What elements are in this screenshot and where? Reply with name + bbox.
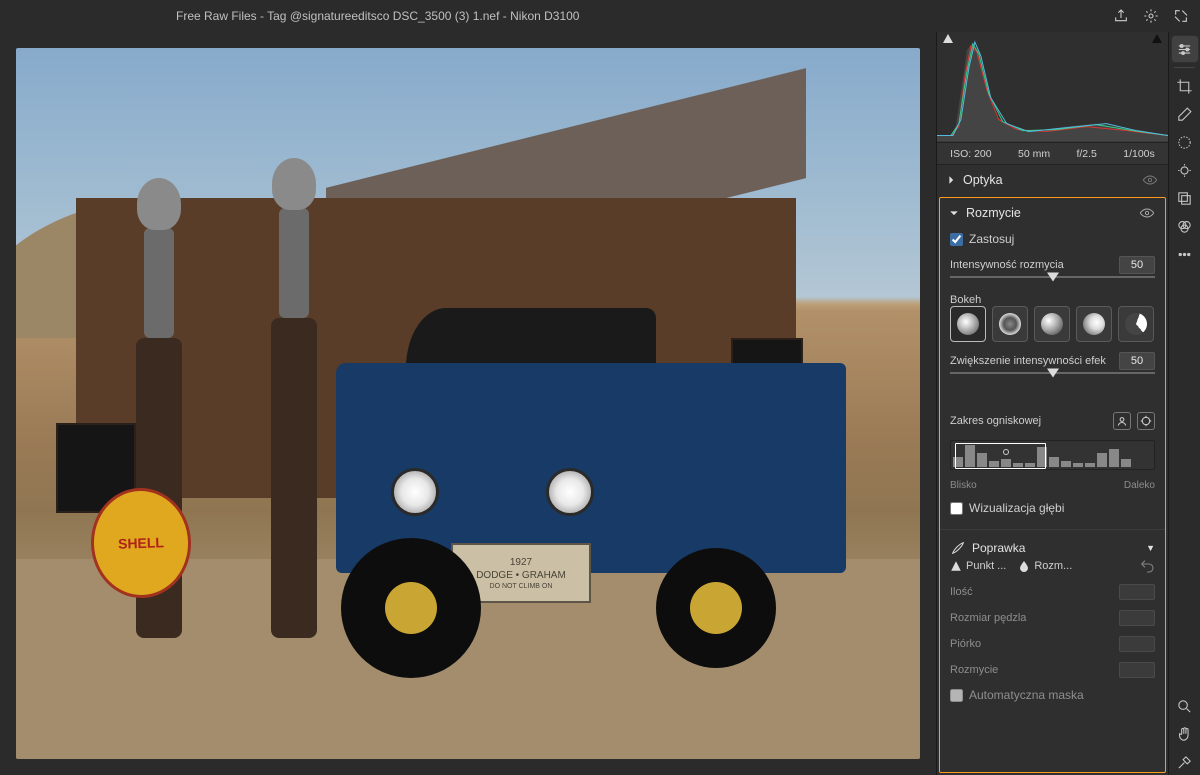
amount-row: Ilość <box>950 584 1155 600</box>
redeye-tool-icon[interactable] <box>1172 157 1198 183</box>
marquee-tool-icon[interactable] <box>1172 129 1198 155</box>
tool-strip <box>1168 32 1200 775</box>
gear-icon[interactable] <box>1140 5 1162 27</box>
blur-row: Rozmycie <box>950 662 1155 678</box>
bokeh-label: Bokeh <box>950 294 1155 306</box>
document-title: Free Raw Files - Tag @signatureeditsco D… <box>8 9 1110 23</box>
undo-icon[interactable] <box>1139 558 1155 574</box>
right-panel: ISO: 200 50 mm f/2.5 1/100s Optyka Ro <box>936 32 1168 775</box>
focal-far-label: Daleko <box>1124 480 1155 491</box>
visibility-toggle-icon[interactable] <box>1142 172 1158 188</box>
image-preview[interactable]: SHELL 1927 DODGE • GRAHAM DO NOT CLIMB O… <box>16 48 920 759</box>
visibility-toggle-icon[interactable] <box>1139 205 1155 221</box>
bokeh-option-2[interactable] <box>992 306 1028 342</box>
title-bar: Free Raw Files - Tag @signatureeditsco D… <box>0 0 1200 32</box>
feather-input[interactable] <box>1119 636 1155 652</box>
exif-focal: 50 mm <box>1018 148 1050 160</box>
bokeh-option-1[interactable] <box>950 306 986 342</box>
zoom-tool-icon[interactable] <box>1172 693 1198 719</box>
histogram[interactable]: ISO: 200 50 mm f/2.5 1/100s <box>937 32 1168 164</box>
dropdown-icon[interactable]: ▼ <box>1146 543 1155 553</box>
focal-range-graph[interactable] <box>950 440 1155 470</box>
exif-shutter: 1/100s <box>1123 148 1155 160</box>
eyedropper-tool-icon[interactable] <box>1172 749 1198 775</box>
exif-aperture: f/2.5 <box>1076 148 1096 160</box>
section-header-rozmycie[interactable]: Rozmycie <box>940 198 1165 228</box>
face-detect-icon[interactable] <box>1113 412 1131 430</box>
chevron-right-icon <box>947 176 955 184</box>
depth-visualization-checkbox[interactable]: Wizualizacja głębi <box>950 501 1155 515</box>
section-optyka: Optyka <box>937 164 1168 195</box>
feather-row: Piórko <box>950 636 1155 652</box>
section-rozmycie: Rozmycie Zastosuj Intensywność rozmycia <box>939 197 1166 773</box>
section-title: Rozmycie <box>966 206 1021 220</box>
exif-bar: ISO: 200 50 mm f/2.5 1/100s <box>937 142 1168 164</box>
apply-checkbox[interactable]: Zastosuj <box>950 232 1155 246</box>
adjust-color-icon[interactable] <box>1172 213 1198 239</box>
adjustments-panel-icon[interactable] <box>1172 36 1198 62</box>
chevron-down-icon <box>950 209 958 217</box>
blur-intensity-slider[interactable] <box>950 270 1155 284</box>
mode-point[interactable]: Punkt ... <box>950 560 1006 572</box>
bokeh-option-3[interactable] <box>1034 306 1070 342</box>
section-header-optyka[interactable]: Optyka <box>937 165 1168 195</box>
blur-input[interactable] <box>1119 662 1155 678</box>
brush-size-input[interactable] <box>1119 610 1155 626</box>
exif-iso: ISO: 200 <box>950 148 991 160</box>
drop-icon <box>1018 560 1030 572</box>
automask-checkbox[interactable]: Automatyczna maska <box>950 688 1155 702</box>
brush-icon <box>950 540 966 556</box>
boost-slider[interactable] <box>950 366 1155 380</box>
focal-near-label: Blisko <box>950 480 977 491</box>
brush-size-row: Rozmiar pędzla <box>950 610 1155 626</box>
focal-range-label: Zakres ogniskowej <box>950 415 1041 427</box>
correction-header[interactable]: Poprawka ▼ <box>950 536 1155 556</box>
export-icon[interactable] <box>1110 5 1132 27</box>
cone-icon <box>950 560 962 572</box>
layers-icon[interactable] <box>1172 185 1198 211</box>
section-title: Optyka <box>963 173 1003 187</box>
fullscreen-icon[interactable] <box>1170 5 1192 27</box>
amount-input[interactable] <box>1119 584 1155 600</box>
target-icon[interactable] <box>1137 412 1155 430</box>
eraser-tool-icon[interactable] <box>1172 101 1198 127</box>
more-icon[interactable] <box>1172 241 1198 267</box>
bokeh-option-4[interactable] <box>1076 306 1112 342</box>
crop-tool-icon[interactable] <box>1172 73 1198 99</box>
mode-blur[interactable]: Rozm... <box>1018 560 1072 572</box>
image-canvas-area[interactable]: SHELL 1927 DODGE • GRAHAM DO NOT CLIMB O… <box>0 32 936 775</box>
bokeh-option-5[interactable] <box>1118 306 1154 342</box>
hand-tool-icon[interactable] <box>1172 721 1198 747</box>
